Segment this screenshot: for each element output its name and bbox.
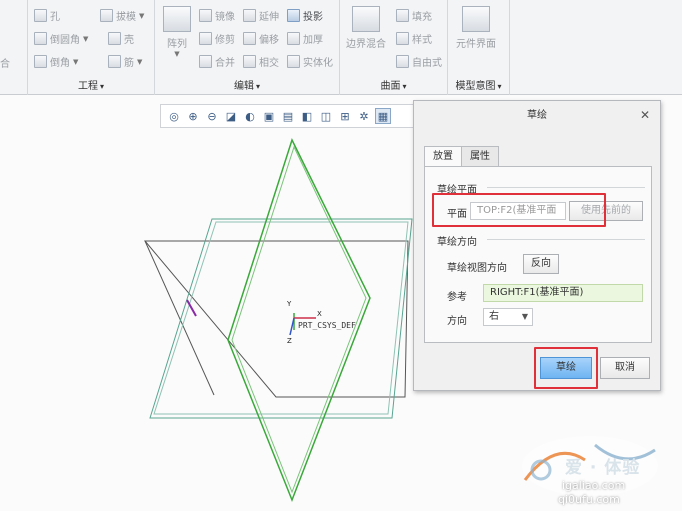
datum-plane-green-inner xyxy=(231,145,367,494)
csys-z-label: Z xyxy=(287,337,292,345)
datum-plane-green[interactable] xyxy=(227,138,371,503)
view-direction-label: 草绘视图方向 xyxy=(447,263,507,274)
fill-icon xyxy=(396,9,409,22)
group-label-editing[interactable]: 编辑 ▾ xyxy=(155,77,339,92)
plane-highlight xyxy=(432,193,606,227)
orientation-label: 方向 xyxy=(447,316,467,327)
intersect-button[interactable]: 相交 xyxy=(243,54,279,69)
style-icon xyxy=(396,32,409,45)
draft-button[interactable]: 拔模 ▼ xyxy=(100,8,144,23)
section-icon[interactable]: ◫ xyxy=(318,108,334,124)
rib-button[interactable]: 筋 ▼ xyxy=(108,54,142,69)
draft-icon xyxy=(100,9,113,22)
repaint-icon[interactable]: ◪ xyxy=(223,108,239,124)
sketch-button-highlight xyxy=(534,347,598,389)
rib-icon xyxy=(108,55,121,68)
annotation-display-icon[interactable]: ▦ xyxy=(375,108,391,124)
extend-button[interactable]: 延伸 xyxy=(243,8,279,23)
saved-views-icon[interactable]: ▣ xyxy=(261,108,277,124)
ribbon-group-partial: 合 xyxy=(0,0,28,95)
chamfer-icon xyxy=(34,55,47,68)
round-button[interactable]: 倒圆角 ▼ xyxy=(34,31,88,46)
chevron-down-icon: ▼ xyxy=(521,312,528,321)
thicken-button[interactable]: 加厚 xyxy=(287,31,323,46)
ribbon-group-model-intent: 元件界面 模型意图 ▾ xyxy=(448,0,510,95)
group-label-engineering[interactable]: 工程 ▾ xyxy=(28,77,154,92)
section-divider xyxy=(487,187,645,188)
csys-y-label: Y xyxy=(286,300,292,308)
mirror-button[interactable]: 镜像 xyxy=(199,8,235,23)
project-icon xyxy=(287,9,300,22)
round-icon xyxy=(34,32,47,45)
dialog-title: 草绘 xyxy=(414,101,660,130)
offset-button[interactable]: 偏移 xyxy=(243,31,279,46)
display-style-icon[interactable]: ◐ xyxy=(242,108,258,124)
watermark-url: igaliao.com xyxy=(562,479,626,492)
chamfer-button[interactable]: 倒角 ▼ xyxy=(34,54,78,69)
solidify-button[interactable]: 实体化 xyxy=(287,54,333,69)
ribbon: 合 孔 拔模 ▼ 倒圆角 ▼ 壳 倒角 ▼ 筋 ▼ 工程 ▾ 阵列 ▼ 镜像 延伸 投影 … xyxy=(0,0,682,95)
watermark-brand: 爱 · 体验 xyxy=(565,458,641,478)
fill-button[interactable]: 填充 xyxy=(396,8,432,23)
csys-x-label: X xyxy=(317,310,322,318)
reference-field[interactable]: RIGHT:F1(基准平面) xyxy=(483,284,643,302)
trim-icon xyxy=(199,32,212,45)
datum-plane-teal-inner xyxy=(153,221,409,415)
datum-display-icon[interactable]: ⊞ xyxy=(337,108,353,124)
spin-center-icon[interactable]: ✲ xyxy=(356,108,372,124)
shell-button[interactable]: 壳 xyxy=(108,31,134,46)
thicken-icon xyxy=(287,32,300,45)
zoom-in-icon[interactable]: ⊕ xyxy=(185,108,201,124)
refit-icon[interactable]: ◎ xyxy=(166,108,182,124)
pattern-button[interactable]: 阵列 ▼ xyxy=(163,6,191,58)
reference-label: 参考 xyxy=(447,292,467,303)
mirror-icon xyxy=(199,9,212,22)
tab-properties[interactable]: 属性 xyxy=(461,146,499,166)
view-manager-icon[interactable]: ▤ xyxy=(280,108,296,124)
sketch-orientation-section-title: 草绘方向 xyxy=(437,237,477,248)
flip-button[interactable]: 反向 xyxy=(523,254,559,274)
ribbon-group-editing: 阵列 ▼ 镜像 延伸 投影 修剪 偏移 加厚 合并 相交 实体化 编辑 ▾ xyxy=(155,0,340,95)
ribbon-group-surface: 边界混合 填充 样式 自由式 曲面 ▾ xyxy=(340,0,448,95)
orientation-select[interactable]: 右 ▼ xyxy=(483,308,533,326)
cancel-button[interactable]: 取消 xyxy=(600,357,650,379)
offset-icon xyxy=(243,32,256,45)
pattern-icon xyxy=(163,6,191,32)
boundary-blend-icon xyxy=(352,6,380,32)
group-label-model-intent[interactable]: 模型意图 ▾ xyxy=(448,77,509,92)
partial-item[interactable]: 合 xyxy=(0,55,10,70)
perspective-icon[interactable]: ◧ xyxy=(299,108,315,124)
trim-button[interactable]: 修剪 xyxy=(199,31,235,46)
datum-plane-teal-outer[interactable] xyxy=(149,218,413,419)
section-divider-2 xyxy=(487,239,645,240)
component-interface-button[interactable]: 元件界面 xyxy=(456,6,496,50)
view-toolbar: ◎ ⊕ ⊖ ◪ ◐ ▣ ▤ ◧ ◫ ⊞ ✲ ▦ xyxy=(160,104,415,128)
hole-button[interactable]: 孔 xyxy=(34,8,60,23)
freestyle-icon xyxy=(396,55,409,68)
solidify-icon xyxy=(287,55,300,68)
merge-button[interactable]: 合并 xyxy=(199,54,235,69)
group-label-surface[interactable]: 曲面 ▾ xyxy=(340,77,447,92)
csys-label: PRT_CSYS_DEF xyxy=(298,321,356,330)
project-button[interactable]: 投影 xyxy=(287,8,323,23)
intersect-icon xyxy=(243,55,256,68)
style-button[interactable]: 样式 xyxy=(396,31,432,46)
hole-icon xyxy=(34,9,47,22)
extend-icon xyxy=(243,9,256,22)
tab-placement[interactable]: 放置 xyxy=(424,146,462,167)
dialog-tabs: 放置 属性 xyxy=(424,146,499,167)
boundary-blend-button[interactable]: 边界混合 xyxy=(346,6,386,50)
shell-icon xyxy=(108,32,121,45)
component-interface-icon xyxy=(462,6,490,32)
merge-icon xyxy=(199,55,212,68)
watermark-url-2: qi0ufu.com xyxy=(558,493,620,506)
ribbon-group-engineering: 孔 拔模 ▼ 倒圆角 ▼ 壳 倒角 ▼ 筋 ▼ 工程 ▾ xyxy=(28,0,155,95)
datum-plane-edge xyxy=(144,240,215,396)
sketch-dialog: 草绘 ✕ 放置 属性 草绘平面 平面 TOP:F2(基准平面 使用先前的 草绘方… xyxy=(413,100,661,391)
zoom-out-icon[interactable]: ⊖ xyxy=(204,108,220,124)
close-icon[interactable]: ✕ xyxy=(640,108,650,122)
freestyle-button[interactable]: 自由式 xyxy=(396,54,442,69)
